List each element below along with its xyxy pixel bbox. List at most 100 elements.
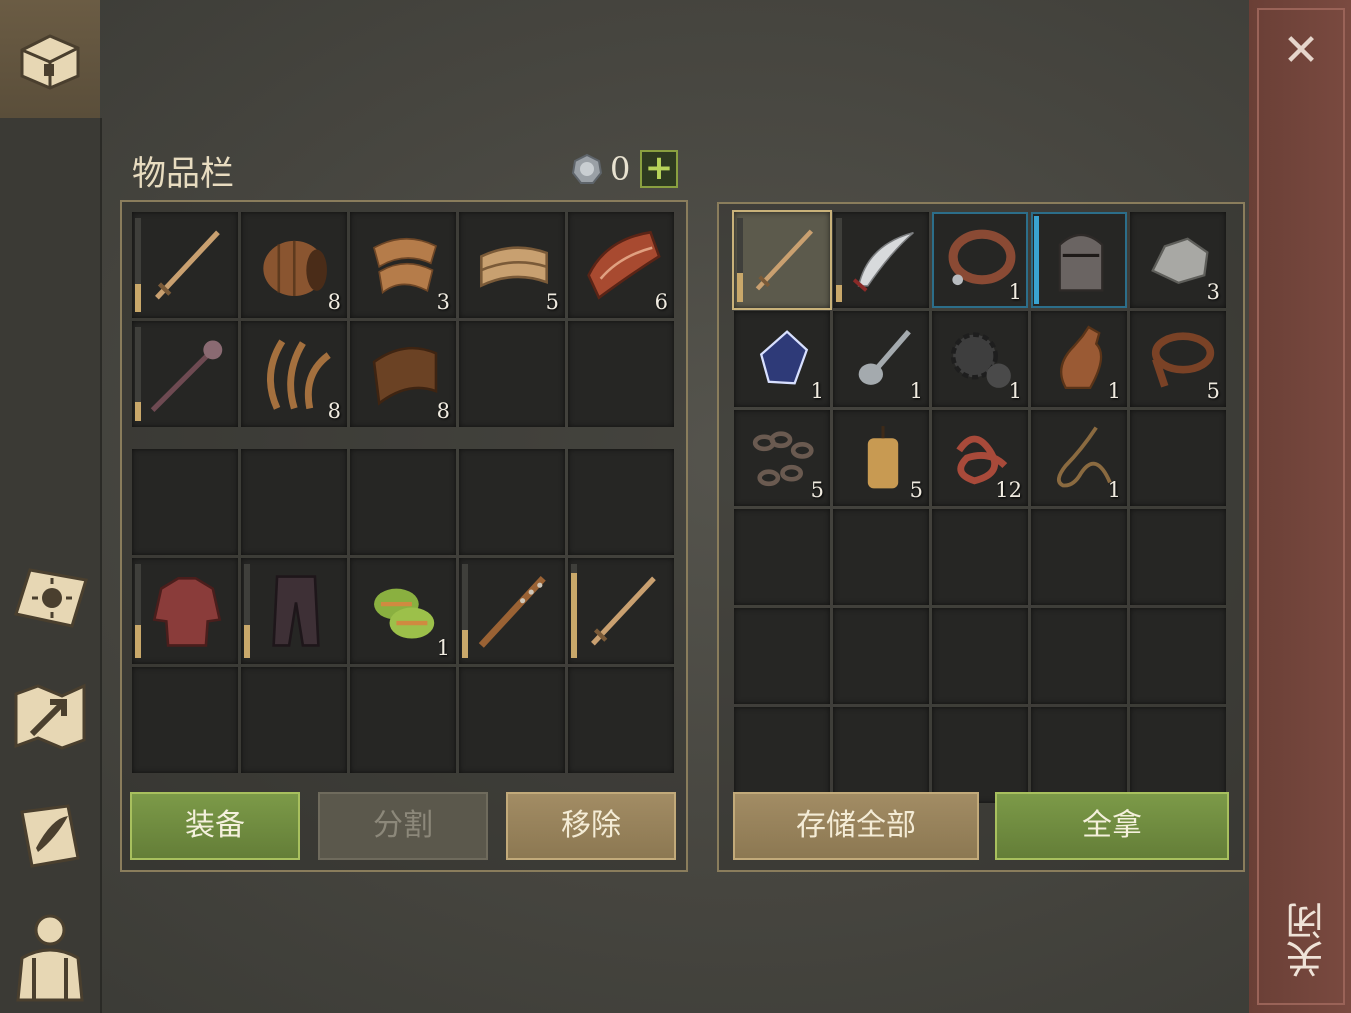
empty-slot[interactable] — [568, 449, 674, 555]
inventory-slot[interactable]: 5 — [833, 410, 929, 506]
close-bar[interactable] — [1249, 0, 1351, 1013]
item-quantity: 1 — [810, 379, 824, 403]
inventory-slot[interactable] — [732, 210, 832, 310]
item-quantity: 1 — [436, 636, 450, 660]
empty-slot[interactable] — [833, 509, 929, 605]
bandage-icon — [362, 564, 448, 658]
item-quantity: 3 — [1206, 280, 1220, 304]
empty-slot[interactable] — [350, 449, 456, 555]
inventory-slot[interactable]: 8 — [350, 321, 456, 427]
item-quantity: 5 — [810, 478, 824, 502]
item-quantity: 6 — [654, 290, 668, 314]
empty-slot[interactable] — [350, 667, 456, 773]
currency-count: 0 — [610, 150, 631, 188]
inventory-slot[interactable] — [241, 558, 347, 664]
inventory-slot[interactable] — [833, 212, 929, 308]
inventory-slot[interactable] — [132, 558, 238, 664]
empty-slot[interactable] — [734, 608, 830, 704]
inventory-slot[interactable]: 1 — [833, 311, 929, 407]
inventory-slot[interactable]: 3 — [350, 212, 456, 318]
equip-button[interactable]: 装备 — [130, 792, 300, 860]
empty-slot[interactable] — [459, 321, 565, 427]
empty-slot[interactable] — [833, 707, 929, 803]
empty-slot[interactable] — [241, 449, 347, 555]
inventory-slot[interactable]: 1 — [1031, 410, 1127, 506]
inventory-grid: 8 3 5 6 8 8 — [132, 212, 674, 427]
item-quantity: 1 — [1107, 379, 1121, 403]
empty-slot[interactable] — [1031, 707, 1127, 803]
character-backpack-icon[interactable] — [10, 908, 90, 1004]
empty-slot[interactable] — [132, 449, 238, 555]
item-quantity: 5 — [1206, 379, 1220, 403]
inventory-slot[interactable]: 8 — [241, 321, 347, 427]
close-icon[interactable]: ✕ — [1280, 29, 1322, 73]
inventory-slot[interactable]: 8 — [241, 212, 347, 318]
sword-icon — [144, 218, 230, 312]
inventory-slot[interactable]: 1 — [1031, 311, 1127, 407]
empty-slot[interactable] — [241, 667, 347, 773]
empty-slot[interactable] — [1031, 608, 1127, 704]
raw-meat-icon — [580, 218, 666, 312]
inventory-slot[interactable]: 12 — [932, 410, 1028, 506]
inventory-slot[interactable] — [1031, 212, 1127, 308]
empty-slot[interactable] — [1031, 509, 1127, 605]
inventory-slot[interactable] — [459, 558, 565, 664]
scroll-quill-icon[interactable] — [10, 796, 90, 876]
empty-slot[interactable] — [568, 667, 674, 773]
empty-slot[interactable] — [1130, 707, 1226, 803]
empty-slot[interactable] — [932, 707, 1028, 803]
durability-bar — [571, 564, 577, 658]
remove-button[interactable]: 移除 — [506, 792, 676, 860]
inventory-slot[interactable]: 1 — [932, 212, 1028, 308]
empty-slot[interactable] — [1130, 608, 1226, 704]
empty-slot[interactable] — [568, 321, 674, 427]
inventory-slot[interactable]: 5 — [1130, 311, 1226, 407]
inventory-slot[interactable] — [132, 212, 238, 318]
spiked-club-icon — [471, 564, 557, 658]
inventory-slot[interactable]: 1 — [350, 558, 456, 664]
left-sidebar — [0, 0, 102, 1013]
inventory-slot[interactable]: 6 — [568, 212, 674, 318]
equipment-grid: 1 — [132, 449, 674, 773]
item-quantity: 5 — [545, 290, 559, 314]
empty-slot[interactable] — [833, 608, 929, 704]
barrel-icon — [253, 218, 339, 312]
empty-slot[interactable] — [1130, 509, 1226, 605]
storage-grid: 1 3 1 1 1 1 5 5 5 12 1 — [732, 210, 1226, 803]
empty-slot[interactable] — [734, 509, 830, 605]
empty-slot[interactable] — [132, 667, 238, 773]
inventory-slot[interactable]: 5 — [459, 212, 565, 318]
empty-slot[interactable] — [932, 509, 1028, 605]
durability-bar — [135, 327, 141, 421]
inventory-slot[interactable]: 5 — [734, 410, 830, 506]
empty-slot[interactable] — [459, 667, 565, 773]
empty-slot[interactable] — [734, 707, 830, 803]
item-quantity: 1 — [1008, 379, 1022, 403]
item-quantity: 8 — [327, 399, 341, 423]
durability-bar — [836, 218, 842, 302]
empty-slot[interactable] — [1130, 410, 1226, 506]
map-icon[interactable] — [10, 676, 90, 756]
inventory-slot[interactable]: 1 — [734, 311, 830, 407]
sidebar-tab-chest[interactable] — [0, 0, 100, 118]
store-all-button[interactable]: 存储全部 — [733, 792, 979, 860]
empty-slot[interactable] — [459, 449, 565, 555]
empty-slot[interactable] — [932, 608, 1028, 704]
helmet-icon — [1043, 218, 1119, 302]
inventory-slot[interactable]: 1 — [932, 311, 1028, 407]
durability-bar — [462, 564, 468, 658]
sword-icon — [746, 218, 822, 302]
inventory-slot[interactable]: 3 — [1130, 212, 1226, 308]
inventory-slot[interactable] — [132, 321, 238, 427]
item-quantity: 1 — [1107, 478, 1121, 502]
leather-roll-icon — [471, 218, 557, 312]
durability-bar — [135, 218, 141, 312]
take-all-button[interactable]: 全拿 — [995, 792, 1229, 860]
sword-icon — [580, 564, 666, 658]
inventory-slot[interactable] — [568, 558, 674, 664]
add-currency-button[interactable]: + — [640, 150, 678, 188]
close-label[interactable]: 关闭 — [1280, 902, 1330, 978]
sun-journal-icon[interactable] — [10, 558, 90, 638]
split-button[interactable]: 分割 — [318, 792, 488, 860]
item-quantity: 5 — [909, 478, 923, 502]
